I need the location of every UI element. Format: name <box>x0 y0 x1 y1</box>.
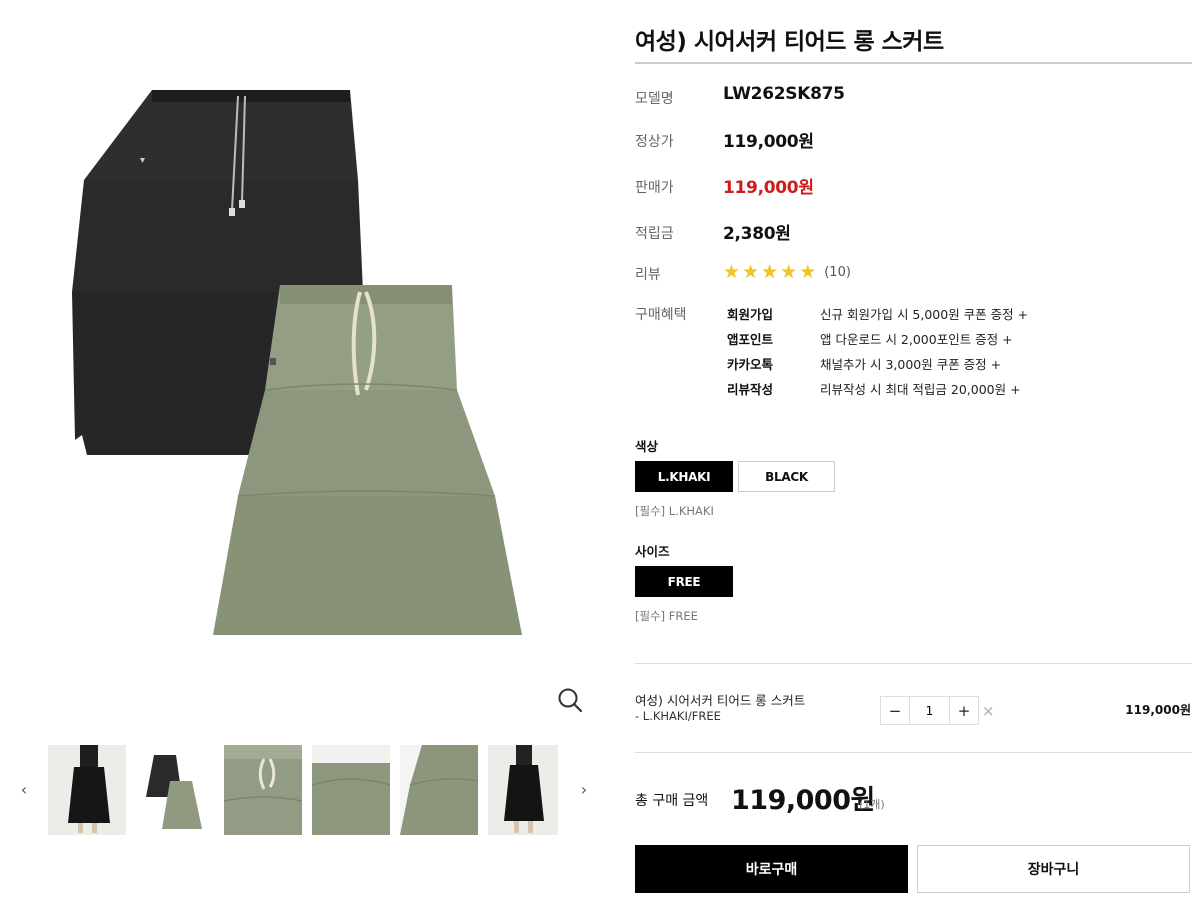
thumbnail-prev-arrow-icon[interactable]: ‹ <box>16 780 32 800</box>
total-count: (1개) <box>859 798 885 811</box>
size-option-label: 사이즈 <box>635 544 670 559</box>
thumbnail-2[interactable] <box>136 745 214 835</box>
rating-stars: ★ ★ ★ ★ ★ <box>723 262 818 282</box>
buy-now-button[interactable]: 바로구매 <box>635 845 908 893</box>
color-option-lkhaki[interactable]: L.KHAKI <box>635 461 733 492</box>
model-label: 모델명 <box>635 91 674 107</box>
benefit-name: 앱포인트 <box>727 332 774 347</box>
star-icon: ★ <box>761 261 779 283</box>
star-icon: ★ <box>723 261 741 283</box>
total-label: 총 구매 금액 <box>635 793 709 809</box>
thumbnail-5[interactable] <box>400 745 478 835</box>
benefit-item[interactable]: 카카오톡 채널추가 시 3,000원 쿠폰 증정 + <box>727 354 1147 374</box>
total-price: 119,000원 <box>731 785 875 816</box>
benefit-desc: 신규 회원가입 시 5,000원 쿠폰 증정 + <box>820 307 1029 322</box>
zoom-icon[interactable] <box>556 686 584 714</box>
main-product-image <box>60 60 580 700</box>
quantity-input[interactable] <box>909 697 950 724</box>
selection-divider <box>635 663 1192 664</box>
star-icon: ★ <box>742 261 760 283</box>
size-option-free[interactable]: FREE <box>635 566 733 597</box>
color-option-label: 색상 <box>635 439 659 454</box>
review-count: (10) <box>824 264 851 280</box>
review-stars[interactable]: ★ ★ ★ ★ ★ (10) <box>723 262 851 282</box>
thumbnail-next-arrow-icon[interactable]: › <box>576 780 592 800</box>
benefit-name: 리뷰작성 <box>727 382 774 397</box>
benefit-item[interactable]: 회원가입 신규 회원가입 시 5,000원 쿠폰 증정 + <box>727 304 1147 324</box>
benefit-desc: 앱 다운로드 시 2,000포인트 증정 + <box>820 332 1013 347</box>
color-option-black[interactable]: BLACK <box>738 461 835 492</box>
benefit-desc: 채널추가 시 3,000원 쿠폰 증정 + <box>820 357 1002 372</box>
title-divider <box>635 62 1192 64</box>
thumbnail-strip: ‹ › <box>0 740 600 840</box>
thumbnail-3[interactable] <box>224 745 302 835</box>
selected-item-price: 119,000원 <box>1125 703 1191 717</box>
benefit-label: 구매혜택 <box>635 307 687 323</box>
remove-item-icon[interactable]: × <box>982 702 995 720</box>
benefit-item[interactable]: 앱포인트 앱 다운로드 시 2,000포인트 증정 + <box>727 329 1147 349</box>
sale-price-value: 119,000원 <box>723 178 814 198</box>
thumbnail-6[interactable] <box>488 745 558 835</box>
model-value: LW262SK875 <box>723 84 845 104</box>
quantity-minus-button[interactable]: − <box>881 697 909 724</box>
size-option-note: [필수] FREE <box>635 609 698 623</box>
thumbnail-1[interactable] <box>48 745 126 835</box>
points-value: 2,380원 <box>723 224 791 244</box>
star-icon: ★ <box>799 261 817 283</box>
selected-item-name: 여성) 시어서커 티어드 롱 스커트 <box>635 693 806 708</box>
benefit-desc: 리뷰작성 시 최대 적립금 20,000원 + <box>820 382 1021 397</box>
quantity-stepper: − + <box>880 696 979 725</box>
total-divider <box>635 752 1192 753</box>
add-to-cart-button[interactable]: 장바구니 <box>917 845 1190 893</box>
points-label: 적립금 <box>635 226 674 242</box>
color-option-note: [필수] L.KHAKI <box>635 504 714 518</box>
product-title: 여성) 시어서커 티어드 롱 스커트 <box>635 29 944 55</box>
benefit-name: 카카오톡 <box>727 357 774 372</box>
skirt-illustration <box>72 90 522 635</box>
benefit-name: 회원가입 <box>727 307 774 322</box>
regular-price-label: 정상가 <box>635 134 674 150</box>
selected-item-option: - L.KHAKI/FREE <box>635 709 721 723</box>
thumbnail-4[interactable] <box>312 745 390 835</box>
star-icon: ★ <box>780 261 798 283</box>
review-label: 리뷰 <box>635 267 661 283</box>
sale-price-label: 판매가 <box>635 180 674 196</box>
quantity-plus-button[interactable]: + <box>950 697 978 724</box>
benefit-item[interactable]: 리뷰작성 리뷰작성 시 최대 적립금 20,000원 + <box>727 379 1147 399</box>
regular-price-value: 119,000원 <box>723 132 814 152</box>
